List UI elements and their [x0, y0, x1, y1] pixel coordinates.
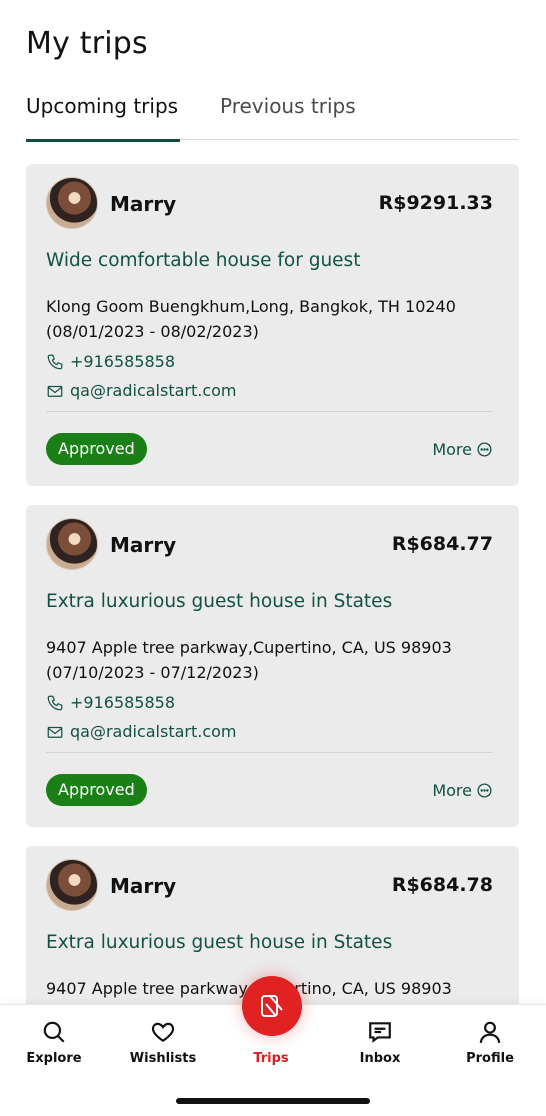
listing-title[interactable]: Extra luxurious guest house in States: [46, 932, 392, 953]
tab-previous-trips[interactable]: Previous trips: [220, 94, 356, 140]
mail-icon: [47, 726, 63, 738]
status-badge: Approved: [46, 774, 147, 806]
host-name: Marry: [110, 533, 177, 557]
user-icon: [479, 1021, 501, 1044]
trip-card[interactable]: Marry R$9291.33 Wide comfortable house f…: [26, 164, 519, 486]
more-label: More: [432, 440, 472, 459]
phone-number: +916585858: [70, 693, 176, 712]
more-button[interactable]: More: [432, 440, 493, 459]
nav-label: Wishlists: [129, 1051, 197, 1066]
trip-tabs: Upcoming trips Previous trips: [26, 94, 518, 142]
listing-address: Klong Goom Buengkhum,Long, Bangkok, TH 1…: [46, 294, 506, 344]
trip-dates: (07/10/2023 - 07/12/2023): [46, 663, 259, 682]
host-avatar: [46, 518, 98, 570]
host-email[interactable]: qa@radicalstart.com: [46, 381, 237, 400]
nav-wishlists[interactable]: Wishlists: [109, 1019, 217, 1066]
phone-icon: [47, 354, 63, 369]
app-logo-icon: [261, 995, 283, 1017]
trip-card[interactable]: Marry R$684.77 Extra luxurious guest hou…: [26, 505, 519, 827]
mail-icon: [47, 385, 63, 397]
address-line: Klong Goom Buengkhum,Long, Bangkok, TH 1…: [46, 297, 456, 316]
trip-price: R$684.77: [391, 533, 493, 555]
host-name: Marry: [110, 874, 177, 898]
message-icon: [369, 1022, 391, 1043]
trip-dates: (08/01/2023 - 08/02/2023): [46, 322, 259, 341]
more-dots-icon: [477, 442, 492, 457]
more-label: More: [432, 781, 472, 800]
nav-label: Inbox: [359, 1051, 401, 1066]
trip-price: R$9291.33: [378, 192, 493, 214]
email-address: qa@radicalstart.com: [70, 381, 237, 400]
more-button[interactable]: More: [432, 781, 493, 800]
nav-inbox[interactable]: Inbox: [326, 1019, 434, 1066]
trips-fab-button[interactable]: [242, 976, 302, 1036]
host-phone[interactable]: +916585858: [46, 693, 175, 712]
host-avatar: [46, 177, 98, 229]
host-phone[interactable]: +916585858: [46, 352, 175, 371]
listing-title[interactable]: Extra luxurious guest house in States: [46, 591, 392, 612]
email-address: qa@radicalstart.com: [70, 722, 237, 741]
more-dots-icon: [477, 783, 492, 798]
listing-title[interactable]: Wide comfortable house for guest: [46, 250, 360, 271]
phone-number: +916585858: [70, 352, 176, 371]
address-line: 9407 Apple tree parkway,Cupertino, CA, U…: [46, 638, 452, 657]
host-email[interactable]: qa@radicalstart.com: [46, 722, 237, 741]
host-avatar: [46, 859, 98, 911]
nav-label: Profile: [466, 1051, 514, 1066]
search-icon: [43, 1021, 65, 1043]
host-name: Marry: [110, 192, 177, 216]
phone-icon: [47, 695, 63, 710]
nav-label: Explore: [26, 1051, 82, 1066]
home-indicator: [176, 1098, 370, 1104]
card-divider: [46, 752, 493, 753]
tab-upcoming-trips[interactable]: Upcoming trips: [26, 94, 181, 142]
nav-explore[interactable]: Explore: [0, 1019, 108, 1066]
heart-icon: [151, 1022, 175, 1042]
card-divider: [46, 411, 493, 412]
page-title: My trips: [26, 26, 148, 61]
nav-profile[interactable]: Profile: [436, 1019, 544, 1066]
nav-label: Trips: [253, 1051, 289, 1066]
listing-address: 9407 Apple tree parkway,Cupertino, CA, U…: [46, 635, 506, 685]
trip-price: R$684.78: [391, 874, 493, 896]
status-badge: Approved: [46, 433, 147, 465]
